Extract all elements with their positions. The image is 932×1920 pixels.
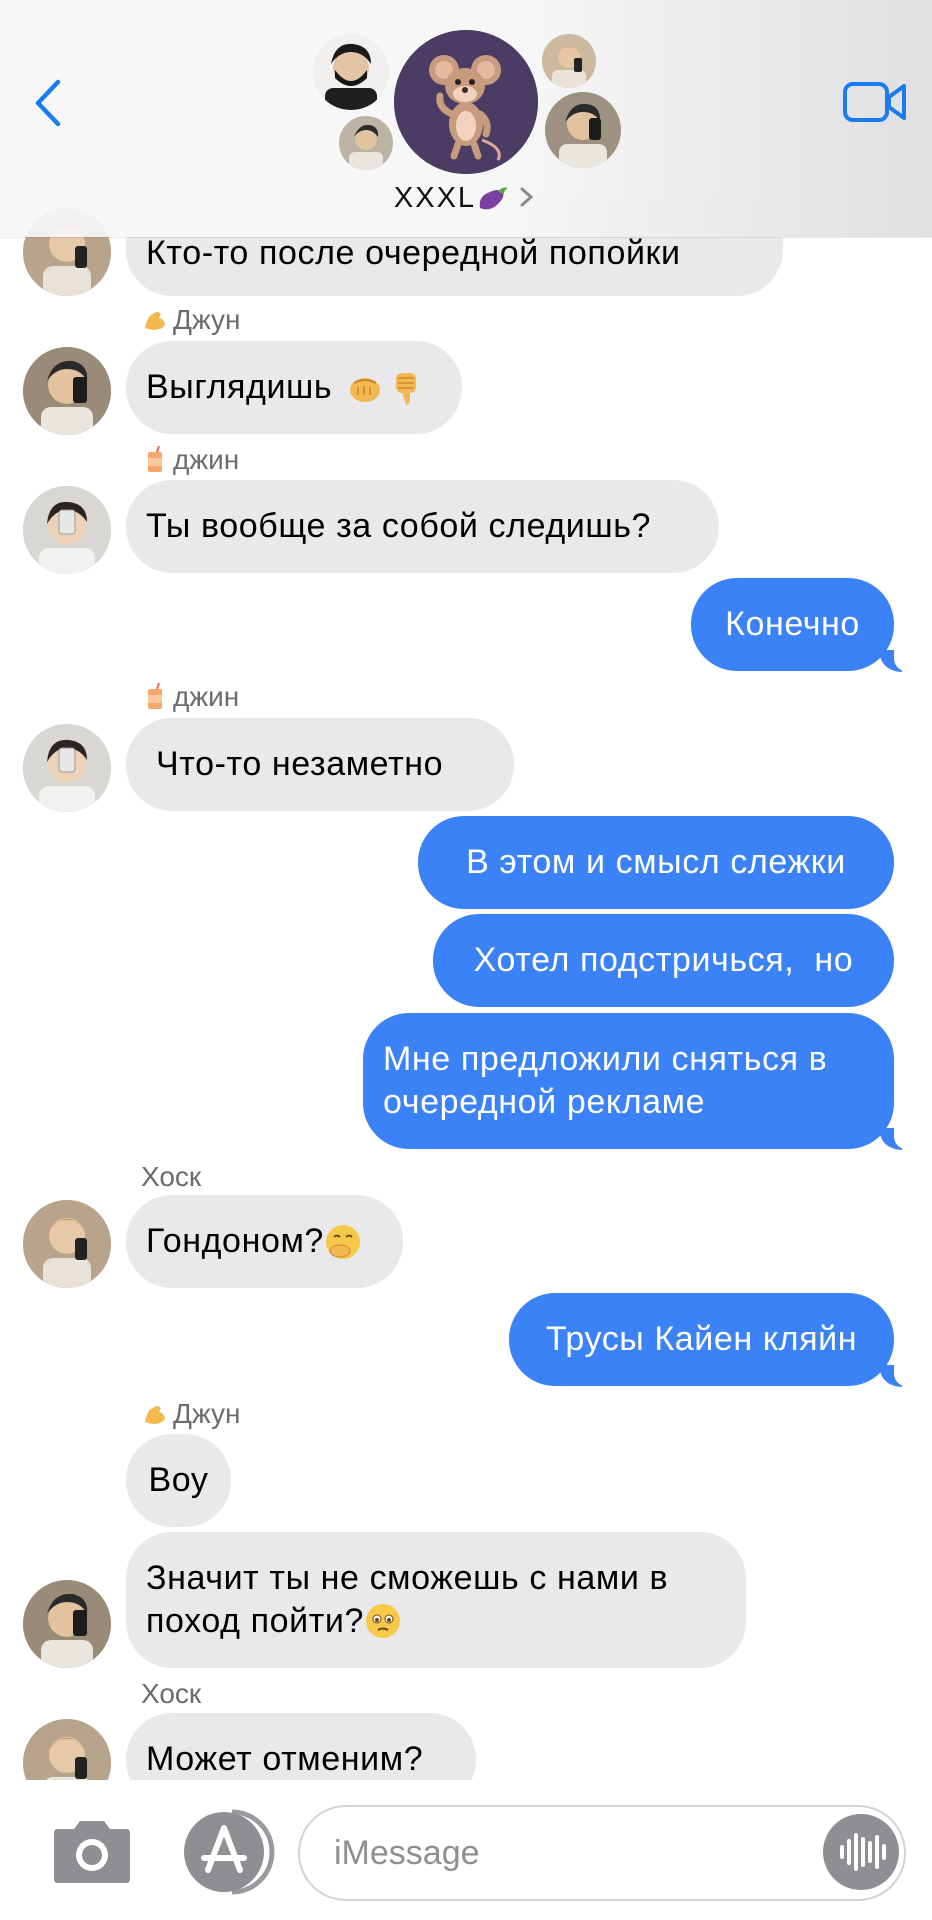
avatar-hoseok[interactable] (23, 1719, 111, 1780)
sender-name: джин (141, 444, 239, 476)
sender-name: Джун (141, 304, 240, 336)
chevron-right-icon (520, 187, 534, 207)
message-bubble-outgoing[interactable]: В этом и смысл слежки (418, 816, 894, 909)
member-avatar-small[interactable] (339, 116, 393, 170)
message-bubble-incoming[interactable]: Гондоном? (126, 1195, 403, 1288)
message-text: Может отменим? (146, 1740, 424, 1778)
app-store-icon[interactable] (180, 1808, 280, 1896)
message-text: Выглядишь (146, 368, 333, 406)
message-bubble-outgoing[interactable]: Мне предложили сняться в очередной рекла… (363, 1013, 894, 1149)
eggplant-icon (479, 187, 509, 210)
message-bubble-outgoing[interactable]: Трусы Кайен кляйн (509, 1293, 894, 1386)
back-chevron-icon[interactable] (30, 78, 64, 128)
member-avatar-small[interactable] (542, 34, 596, 88)
message-bubble-outgoing[interactable]: Хотел подстричься, но (433, 914, 894, 1007)
bubble-tail (880, 1127, 916, 1151)
flexed-biceps-icon (145, 312, 165, 330)
sender-name: Хоск (141, 1678, 202, 1709)
juice-box-icon (148, 446, 162, 472)
compose-bar (0, 1780, 932, 1920)
camera-icon[interactable] (48, 1817, 136, 1887)
flexed-biceps-icon (145, 1406, 165, 1424)
message-text: Трусы Кайен кляйн (545, 1320, 858, 1358)
message-text: Конечно (725, 605, 860, 643)
member-avatar-masked[interactable] (313, 34, 389, 110)
avatar-namjoon[interactable] (23, 347, 111, 435)
message-text: Мне предложили сняться в очередной рекла… (383, 1040, 828, 1121)
member-avatar-medium[interactable] (545, 92, 621, 168)
video-call-icon[interactable] (842, 80, 908, 124)
group-name: XXXL (393, 182, 477, 214)
avatar-hoseok[interactable] (23, 1200, 111, 1288)
message-input[interactable] (298, 1805, 906, 1901)
avatar-jin[interactable] (23, 724, 111, 812)
message-text: Хотел подстричься, но (473, 941, 854, 979)
message-bubble-incoming[interactable]: Ты вообще за собой следишь? (126, 480, 719, 573)
conversation-header: XXXL (0, 0, 932, 237)
message-bubble-incoming[interactable]: Воу (126, 1434, 231, 1527)
message-text: Что-то незаметно (146, 745, 444, 783)
message-bubble-incoming[interactable]: Что-то незаметно (126, 718, 514, 811)
message-bubble-incoming[interactable]: Выглядишь (126, 341, 462, 434)
oncoming-fist-icon (350, 377, 381, 402)
sender-name: Джун (141, 1398, 240, 1430)
message-text: Воу (148, 1461, 209, 1499)
message-text: Ты вообще за собой следишь? (146, 507, 652, 545)
message-text: Значит ты не сможешь с нами в поход пойт… (146, 1559, 669, 1640)
conversation-view[interactable]: Кто-то после очередной попойки Джун Выгл… (0, 0, 932, 1780)
bubble-tail (880, 1364, 916, 1388)
hand-over-mouth-icon (325, 1224, 360, 1259)
message-bubble-incoming[interactable]: Может отменим? (126, 1713, 476, 1780)
thumbs-down-icon (396, 372, 417, 405)
message-bubble-outgoing[interactable]: Конечно (691, 578, 894, 671)
message-text: Гондоном? (146, 1222, 324, 1260)
audio-message-icon[interactable] (822, 1813, 900, 1891)
group-avatar-jerry[interactable] (394, 30, 538, 174)
bubble-tail (880, 649, 916, 673)
avatar-namjoon[interactable] (23, 1580, 111, 1668)
sender-name: джин (141, 681, 239, 713)
sender-name: Хоск (141, 1161, 202, 1192)
juice-box-icon (148, 683, 162, 709)
message-text: Кто-то после очередной попойки (146, 234, 681, 272)
pleading-face-icon (366, 1604, 400, 1638)
avatar-jin[interactable] (23, 486, 111, 574)
message-text: В этом и смысл слежки (466, 843, 846, 881)
message-bubble-incoming[interactable]: Значит ты не сможешь с нами в поход пойт… (126, 1532, 746, 1668)
group-name-button[interactable]: XXXL (0, 182, 932, 215)
